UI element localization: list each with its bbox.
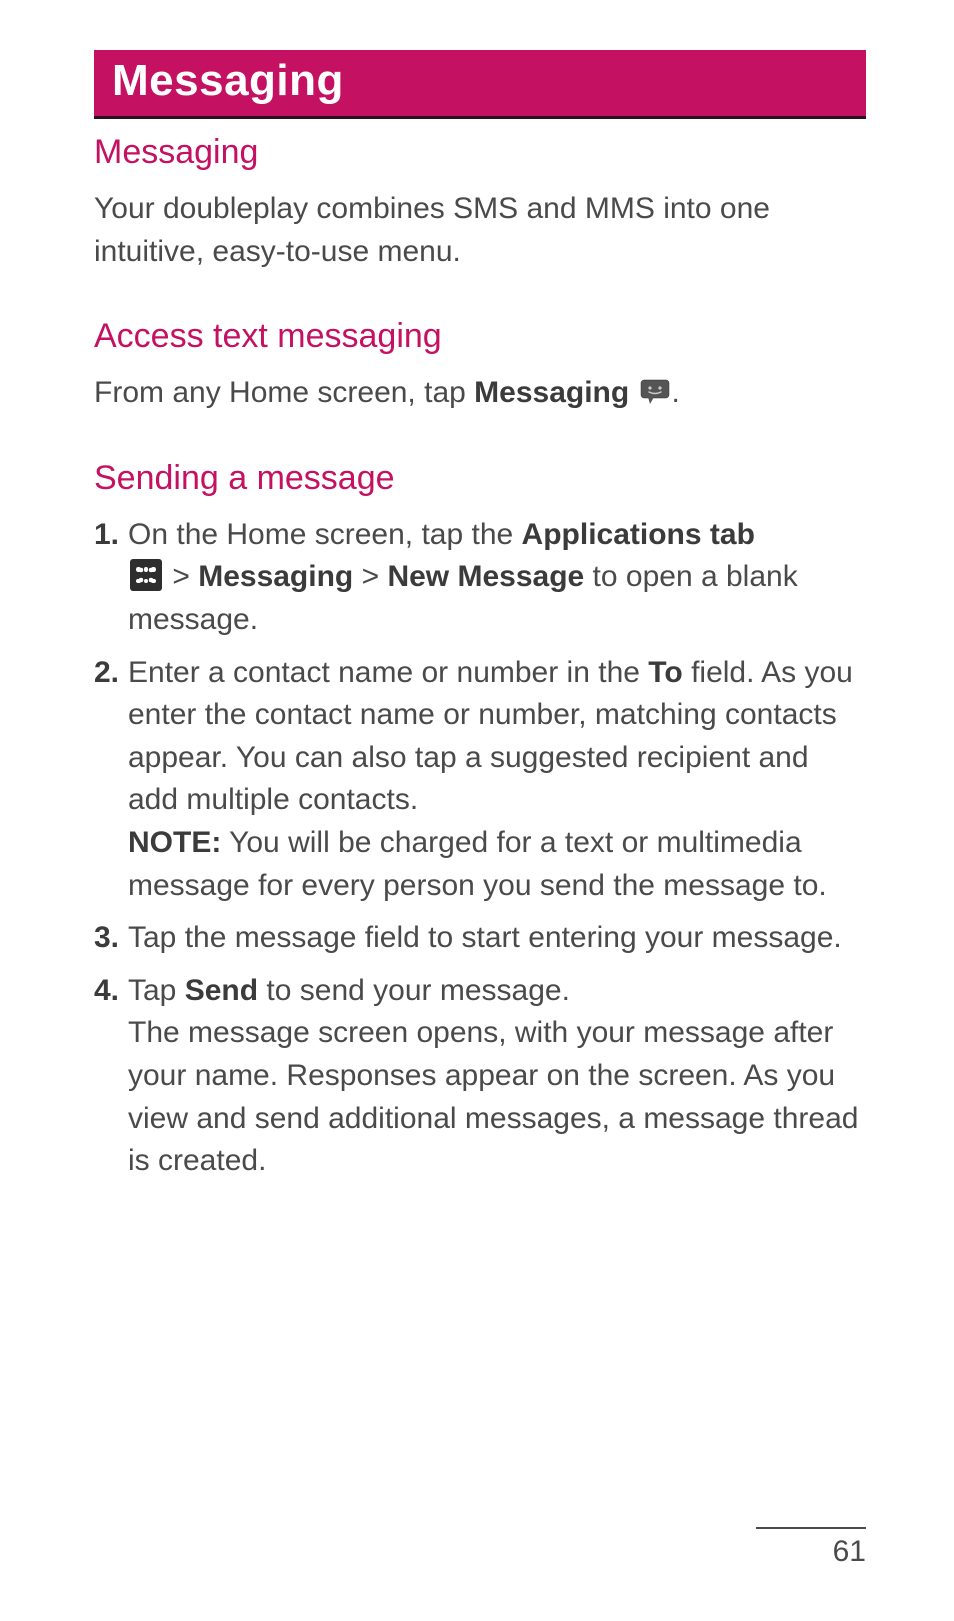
manual-page: Messaging Messaging Your doubleplay comb… <box>0 0 954 1621</box>
step1-sep1: > <box>164 560 198 593</box>
messaging-icon <box>640 375 670 401</box>
step1-sep2: > <box>353 560 387 593</box>
step2-text-a: Enter a contact name or number in the <box>128 656 648 689</box>
section-heading-sending: Sending a message <box>94 459 866 498</box>
new-message-label: New Message <box>387 560 584 593</box>
access-text-post: . <box>672 376 680 409</box>
applications-tab-icon <box>130 559 162 591</box>
sending-steps-list: 1. On the Home screen, tap the Applicati… <box>94 514 866 1183</box>
note-body: You will be charged for a text or multim… <box>128 826 827 902</box>
step-number: 4. <box>94 970 119 1013</box>
messaging-intro-text: Your doubleplay combines SMS and MMS int… <box>94 188 866 273</box>
step1-text-a: On the Home screen, tap the <box>128 518 522 551</box>
access-text-pre: From any Home screen, tap <box>94 376 474 409</box>
page-number-rule <box>756 1527 866 1529</box>
section-heading-access: Access text messaging <box>94 317 866 356</box>
page-number: 61 <box>756 1535 866 1569</box>
step-3: 3. Tap the message field to start enteri… <box>94 917 866 960</box>
step-1: 1. On the Home screen, tap the Applicati… <box>94 514 866 642</box>
step-number: 2. <box>94 652 119 695</box>
applications-tab-label: Applications tab <box>522 518 755 551</box>
section-heading-messaging: Messaging <box>94 133 866 172</box>
note-label: NOTE: <box>128 826 221 859</box>
step3-text: Tap the message field to start entering … <box>128 921 842 954</box>
page-number-block: 61 <box>756 1527 866 1569</box>
chapter-banner: Messaging <box>94 50 866 119</box>
messaging-path-label: Messaging <box>198 560 353 593</box>
step4-text-c: The message screen opens, with your mess… <box>128 1016 858 1177</box>
send-label: Send <box>185 974 258 1007</box>
chapter-title: Messaging <box>112 56 848 106</box>
step-2: 2. Enter a contact name or number in the… <box>94 652 866 908</box>
step-4: 4. Tap Send to send your message. The me… <box>94 970 866 1183</box>
access-instruction: From any Home screen, tap Messaging . <box>94 372 866 415</box>
step-number: 3. <box>94 917 119 960</box>
to-field-label: To <box>648 656 682 689</box>
step4-text-b: to send your message. <box>258 974 570 1007</box>
access-messaging-label: Messaging <box>474 376 629 409</box>
step4-text-a: Tap <box>128 974 185 1007</box>
step-number: 1. <box>94 514 119 557</box>
